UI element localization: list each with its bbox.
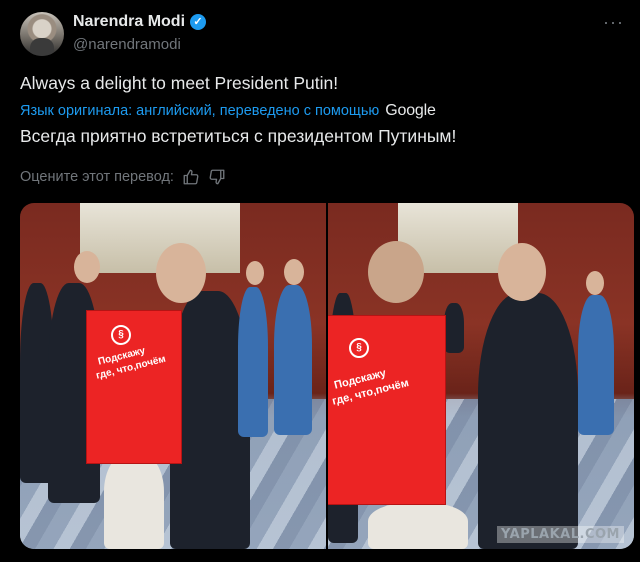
person-head: [74, 251, 100, 283]
rate-translation-row: Оцените этот перевод:: [20, 168, 226, 186]
person-figure: [578, 295, 614, 435]
photo-1[interactable]: § Подскажу где, что,почём: [20, 203, 326, 549]
red-vest-overlay: § Подскажу где, что,почём: [328, 315, 446, 505]
rate-translation-label: Оцените этот перевод:: [20, 169, 174, 185]
translation-source-link[interactable]: Язык оригинала: английский, переведено с…: [20, 103, 379, 119]
vest-logo: §: [349, 338, 369, 358]
tweet-text: Always a delight to meet President Putin…: [20, 73, 339, 93]
watermark: YAPLAKAL.COM: [497, 526, 624, 543]
red-vest-overlay: § Подскажу где, что,почём: [86, 310, 182, 464]
person-head: [246, 261, 264, 285]
translation-info: Язык оригинала: английский, переведено с…: [20, 102, 436, 120]
person-head: [498, 243, 546, 301]
thumbs-up-icon[interactable]: [182, 168, 200, 186]
author-display-name[interactable]: Narendra Modi: [73, 13, 185, 31]
thumbs-down-icon[interactable]: [208, 168, 226, 186]
more-options-icon[interactable]: ···: [603, 12, 624, 33]
person-figure: [368, 503, 468, 549]
person-figure: [274, 285, 312, 435]
vest-logo: §: [111, 325, 131, 345]
google-logo: Google: [385, 102, 436, 119]
photo-2[interactable]: § Подскажу где, что,почём YAPLAKAL.COM: [328, 203, 634, 549]
author-avatar[interactable]: [20, 12, 64, 56]
person-head: [368, 241, 424, 303]
translated-tweet-text: Всегда приятно встретиться с президентом…: [20, 126, 457, 146]
tweet-media-grid[interactable]: § Подскажу где, что,почём § Подскажу где…: [20, 203, 634, 549]
person-figure: [238, 287, 268, 437]
verified-badge-icon: ✓: [190, 14, 207, 30]
person-head: [156, 243, 206, 303]
author-name-row: Narendra Modi ✓: [73, 13, 207, 31]
person-figure: [104, 453, 164, 549]
person-head: [586, 271, 604, 295]
person-head: [284, 259, 304, 285]
person-figure: [478, 293, 578, 549]
author-handle[interactable]: @narendramodi: [73, 36, 181, 53]
person-figure: [444, 303, 464, 353]
